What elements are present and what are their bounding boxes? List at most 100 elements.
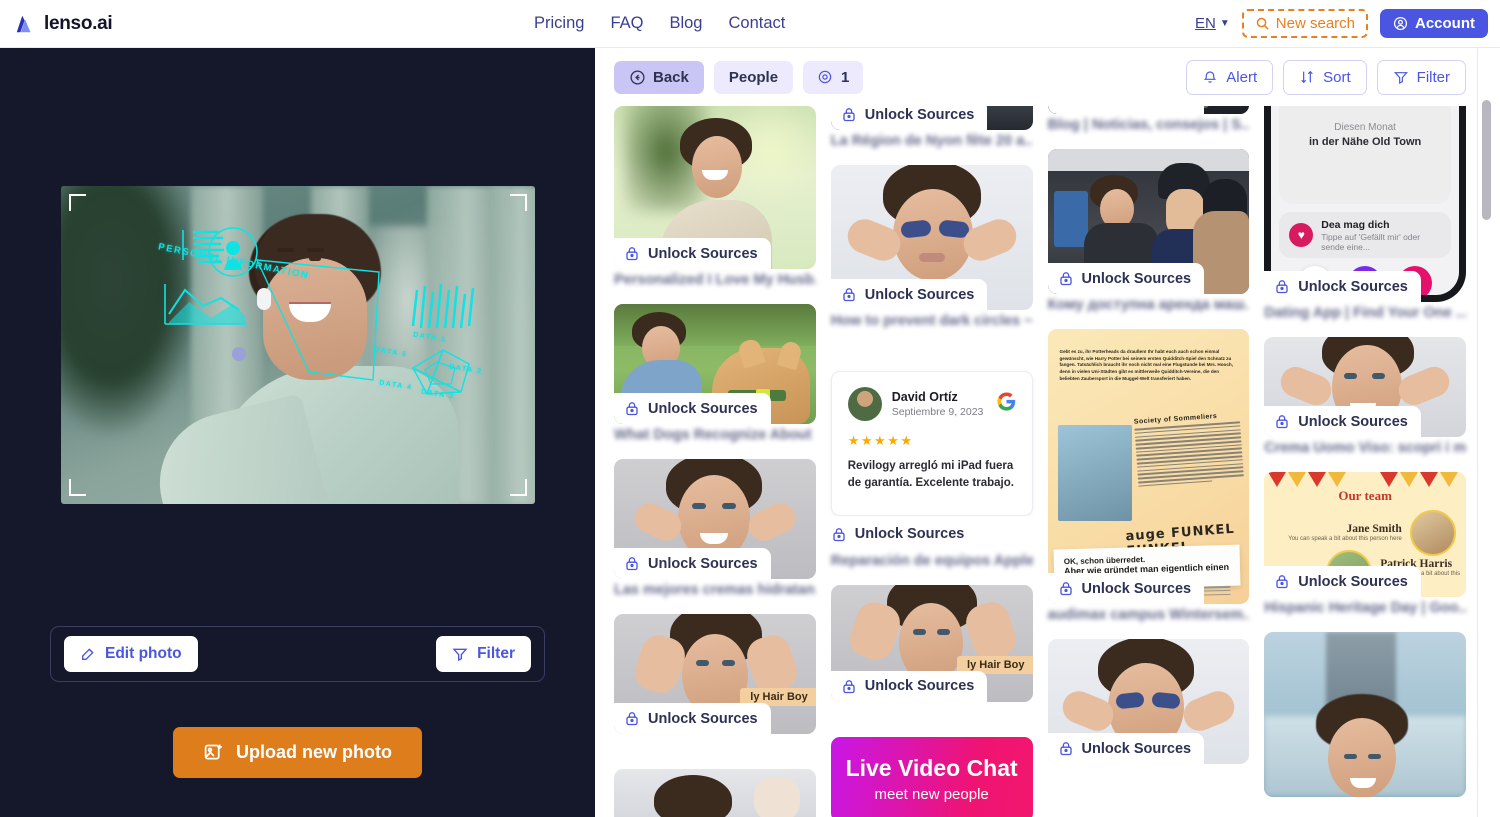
lock-icon — [626, 402, 638, 416]
result-card[interactable]: Unlock Sources — [1047, 639, 1250, 764]
unlock-sources-button[interactable]: Unlock Sources — [1047, 106, 1205, 114]
match-notification[interactable]: ♥ Dea mag dich Tippe auf 'Gefällt mir' o… — [1279, 212, 1451, 258]
unlock-sources-button[interactable]: Unlock Sources — [1047, 263, 1205, 294]
people-label: People — [728, 68, 779, 86]
result-card[interactable]: Unlock Sources Crema Uomo Viso: scopri i… — [1264, 337, 1466, 468]
heart-icon: ♥ — [1289, 223, 1314, 247]
account-label: Account — [1415, 15, 1475, 32]
google-g-icon — [996, 392, 1016, 416]
back-button[interactable]: Back — [614, 60, 704, 94]
crop-handle-bottom-left[interactable] — [68, 479, 86, 496]
account-button[interactable]: Account — [1380, 9, 1488, 38]
result-card[interactable]: Live Video Chat meet new people — [830, 736, 1033, 817]
crop-handle-bottom-right[interactable] — [509, 479, 527, 496]
unlock-sources-button[interactable]: Unlock Sources — [830, 106, 988, 130]
result-thumbnail: Unlock Sources — [614, 106, 816, 269]
lock-icon — [1276, 280, 1288, 294]
query-photo-panel: PERSONAL INFORMATION DATA 1 DATA 2 DATA … — [0, 48, 595, 817]
result-card[interactable]: Unlock Sources Blog | Noticias, consejos… — [1047, 106, 1250, 145]
photo-filter-button[interactable]: Filter — [436, 636, 531, 672]
main-nav: Pricing FAQ Blog Contact — [534, 14, 785, 33]
result-card[interactable]: Unlock Sources What Dogs Recognize About… — [614, 304, 816, 455]
people-tab[interactable]: People — [713, 60, 794, 94]
new-search-button[interactable]: New search — [1241, 9, 1368, 38]
crop-handle-top-right[interactable] — [509, 194, 527, 211]
unlock-sources-button[interactable]: Unlock Sources — [614, 548, 771, 579]
magazine-photo — [1057, 425, 1132, 521]
result-thumbnail: nunes ❤ de Nyon Unlock Sources — [830, 106, 1033, 130]
arrow-left-circle-icon — [630, 69, 645, 85]
unlock-sources-label: Unlock Sources — [864, 286, 975, 303]
result-card[interactable]: Unlock Sources Кому доступна аренда маш.… — [1047, 149, 1250, 325]
edit-photo-button[interactable]: Edit photo — [64, 636, 198, 672]
alert-button[interactable]: Alert — [1186, 59, 1274, 95]
result-card[interactable] — [614, 769, 816, 817]
result-card[interactable]: Unlock Sources How to prevent dark circl… — [830, 165, 1033, 341]
result-card[interactable]: David Ortíz Septiembre 9, 2023 ★★★★★ Rev… — [830, 371, 1033, 581]
nav-link-contact[interactable]: Contact — [728, 14, 785, 33]
brand[interactable]: lenso.ai — [14, 13, 534, 35]
unlock-sources-button[interactable]: Unlock Sources — [1264, 566, 1421, 597]
scrollbar-thumb[interactable] — [1482, 100, 1491, 220]
result-card[interactable]: ly Hair Boy Unlock Sources — [830, 584, 1033, 733]
unlock-sources-label: Unlock Sources — [1081, 580, 1192, 597]
result-caption: How to prevent dark circles ~... — [830, 313, 1033, 329]
unlock-sources-button[interactable]: Unlock Sources — [1047, 573, 1205, 604]
result-card[interactable]: nunes ❤ de Nyon Unlock Sources — [830, 106, 1033, 161]
upload-new-photo-button[interactable]: Upload new photo — [173, 727, 422, 778]
dating-headline-top: Diesen Monat — [1334, 122, 1396, 133]
upload-new-photo-label: Upload new photo — [236, 742, 392, 762]
query-photo[interactable]: PERSONAL INFORMATION DATA 1 DATA 2 DATA … — [60, 186, 535, 504]
results-filter-button[interactable]: Filter — [1376, 59, 1466, 95]
unlock-sources-button[interactable]: Unlock Sources — [1264, 406, 1421, 437]
user-circle-icon — [1393, 16, 1408, 31]
lock-icon — [1058, 106, 1074, 107]
language-selector[interactable]: EN ▼ — [1195, 15, 1230, 32]
sort-button[interactable]: Sort — [1283, 59, 1367, 95]
new-search-label: New search — [1275, 15, 1355, 32]
unlock-sources-button[interactable]: Unlock Sources — [1047, 733, 1205, 764]
result-caption: Blog | Noticias, consejos | S... — [1047, 117, 1250, 133]
lock-icon — [843, 679, 855, 693]
result-card[interactable]: Gebt es zu, ihr Potterheads da draußen! … — [1047, 329, 1250, 635]
bunting-decoration — [1380, 472, 1460, 488]
results-scrollbar[interactable] — [1482, 48, 1491, 817]
result-card[interactable]: Unlock Sources Personalized I Love My Hu… — [614, 106, 816, 300]
nav-link-pricing[interactable]: Pricing — [534, 14, 584, 33]
result-card[interactable]: Our team Jane Smith You can speak a bit … — [1264, 472, 1466, 628]
unlock-sources-label: Unlock Sources — [864, 106, 975, 123]
team-card-title: Our team — [1338, 488, 1392, 503]
unlock-sources-button[interactable]: Unlock Sources — [830, 515, 1033, 550]
unlock-sources-button[interactable]: Unlock Sources — [830, 670, 988, 702]
result-card[interactable]: ◎ Diesen Monat in der Nähe Old Town ♥ De… — [1264, 106, 1466, 333]
nav-link-blog[interactable]: Blog — [669, 14, 702, 33]
results-scroll-area[interactable]: Unlock Sources Personalized I Love My Hu… — [595, 106, 1500, 817]
result-card[interactable]: ly Hair Boy Unlock Sources — [614, 614, 816, 765]
sort-icon — [1301, 70, 1313, 84]
map-area: ◎ Diesen Monat in der Nähe Old Town — [1279, 106, 1451, 204]
result-card[interactable] — [1264, 632, 1466, 797]
faces-count-button[interactable]: 1 — [803, 60, 864, 94]
results-column-1: Unlock Sources Personalized I Love My Hu… — [614, 106, 816, 817]
unlock-sources-button[interactable]: Unlock Sources — [614, 238, 771, 269]
result-thumbnail: Gebt es zu, ihr Potterheads da draußen! … — [1047, 329, 1250, 604]
photo-filter-label: Filter — [477, 645, 515, 662]
result-caption: Reparación de equipos Apple... — [830, 552, 1033, 569]
lock-icon — [1059, 582, 1072, 596]
nav-link-faq[interactable]: FAQ — [610, 14, 643, 33]
query-photo-image — [60, 186, 535, 504]
result-thumbnail: Unlock Sources — [614, 459, 816, 579]
lock-icon — [843, 288, 855, 302]
unlock-sources-button[interactable]: Unlock Sources — [1264, 271, 1421, 302]
sort-label: Sort — [1323, 68, 1351, 86]
unlock-sources-button[interactable]: Unlock Sources — [830, 279, 988, 310]
brand-name: lenso.ai — [44, 12, 113, 34]
magazine-column: Society of Sommeliers — [1133, 411, 1244, 489]
avatar — [847, 387, 882, 421]
unlock-sources-button[interactable]: Unlock Sources — [614, 393, 771, 424]
unlock-sources-button[interactable]: Unlock Sources — [614, 703, 771, 734]
result-thumbnail: Unlock Sources — [1047, 149, 1250, 294]
app-header: lenso.ai Pricing FAQ Blog Contact EN ▼ N… — [0, 0, 1500, 48]
crop-handle-top-left[interactable] — [68, 194, 86, 211]
result-card[interactable]: Unlock Sources Las mejores cremas hidrat… — [614, 459, 816, 610]
